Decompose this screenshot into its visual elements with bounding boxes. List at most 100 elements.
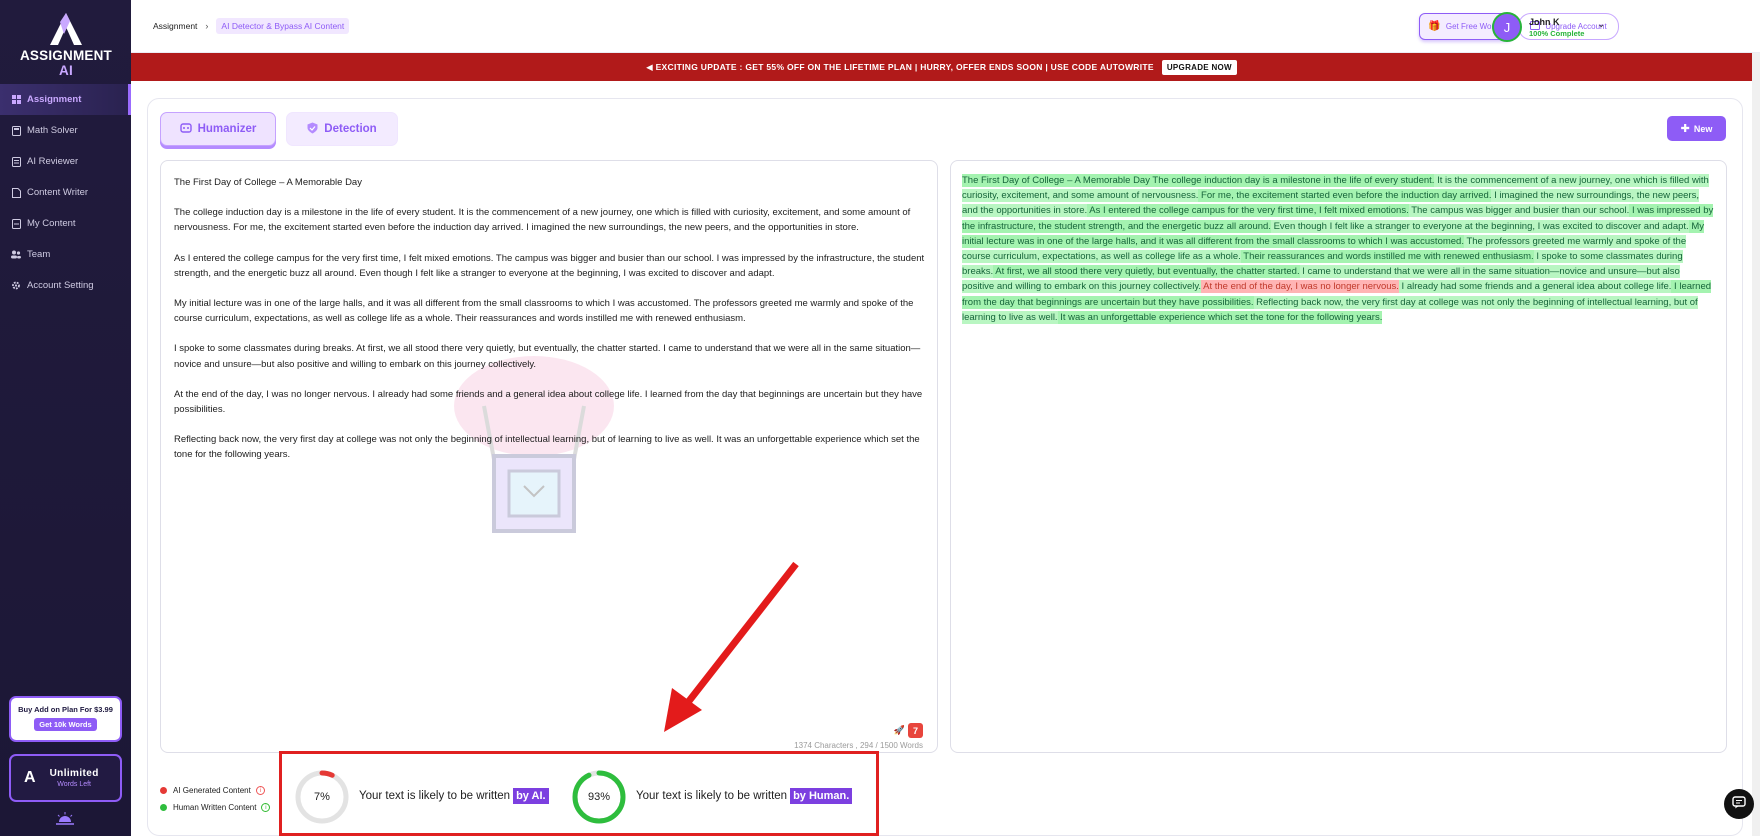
new-button-label: New: [1693, 123, 1713, 134]
addon-promo: Buy Add on Plan For $3.99 Get 10k Words: [9, 696, 122, 742]
human-sentence: Even though I felt like a stranger to ev…: [1270, 219, 1689, 233]
word-balance-card: A Unlimited Words Left: [9, 754, 122, 802]
legend-ai: AI Generated Content i: [160, 782, 270, 799]
human-sentence: As I entered the college campus for the …: [1087, 204, 1409, 218]
sidebar-item-label: Account Setting: [27, 280, 94, 291]
chevron-down-icon[interactable]: ⌄: [1597, 19, 1605, 30]
breadcrumb-root[interactable]: Assignment: [153, 21, 197, 31]
breadcrumb: Assignment › AI Detector & Bypass AI Con…: [153, 18, 350, 34]
sidebar-item-label: Math Solver: [27, 125, 78, 136]
human-result-text: Your text is likely to be written by Hum…: [636, 788, 853, 804]
sidebar-item-assignment[interactable]: Assignment: [0, 84, 131, 115]
sidebar-item-content-writer[interactable]: Content Writer: [0, 177, 131, 208]
ai-sentence: At the end of the day, I was no longer n…: [1201, 280, 1399, 294]
human-sentence: Their reassurances and words instilled m…: [1240, 250, 1534, 264]
ai-score-gauge: 7%: [294, 769, 350, 825]
human-sentence: I already had some friends and a general…: [1398, 280, 1672, 294]
brand-name: ASSIGNMENT AI: [19, 48, 112, 78]
human-dot-icon: [160, 804, 167, 811]
sidebar: ASSIGNMENT AI Assignment Math Solver AI …: [0, 0, 131, 836]
brand-logo[interactable]: ASSIGNMENT AI: [14, 12, 118, 78]
human-sentence: The campus was bigger and busier than ou…: [1408, 204, 1630, 218]
sidebar-item-label: Team: [27, 249, 51, 260]
avatar[interactable]: J: [1492, 12, 1522, 42]
addon-promo-title: Buy Add on Plan For $3.99: [18, 705, 113, 714]
ai-dot-icon: [160, 787, 167, 794]
sidebar-item-label: Content Writer: [27, 187, 89, 198]
essay-title: The First Day of College – A Memorable D…: [174, 177, 362, 188]
human-sentence: For me, the excitement started even befo…: [1198, 189, 1492, 203]
humanized-output[interactable]: The First Day of College – A Memorable D…: [962, 173, 1714, 325]
promo-banner-text: ◀ EXCITING UPDATE : GET 55% OFF ON THE L…: [646, 61, 1154, 72]
robot-icon: [179, 122, 192, 136]
gift-icon: 🎁: [1428, 21, 1441, 32]
new-button[interactable]: ✚ New: [1667, 116, 1726, 141]
theme-toggle-icon[interactable]: [55, 812, 75, 826]
breadcrumb-current: AI Detector & Bypass AI Content: [216, 18, 350, 34]
editor-tools: 🚀 7: [894, 723, 923, 738]
human-sentence: At first, we all stood there very quietl…: [993, 265, 1300, 279]
human-result-pill: by Human.: [790, 788, 853, 804]
tab-humanizer-label: Humanizer: [197, 123, 257, 135]
chat-icon: [1732, 796, 1746, 812]
essay-paragraph: As I entered the college campus for the …: [174, 252, 925, 279]
grid-icon: [11, 95, 21, 105]
logo-mark-icon: [50, 13, 82, 45]
shield-icon: [307, 122, 318, 137]
tab-detection[interactable]: Detection: [286, 112, 398, 146]
legend-ai-label: AI Generated Content: [173, 786, 251, 795]
gear-icon: [11, 281, 21, 291]
page-scrollbar[interactable]: [1752, 53, 1760, 836]
ai-result-text: Your text is likely to be written by AI.: [359, 788, 549, 804]
sidebar-item-ai-reviewer[interactable]: AI Reviewer: [0, 146, 131, 177]
chat-button[interactable]: [1724, 789, 1754, 819]
human-score-value: 93%: [587, 791, 611, 803]
human-sentence: It was an unforgettable experience which…: [1057, 310, 1383, 324]
essay-paragraph: Reflecting back now, the very first day …: [174, 434, 920, 461]
tab-humanizer[interactable]: Humanizer: [160, 112, 276, 146]
essay-paragraph: The college induction day is a milestone…: [174, 207, 911, 234]
sidebar-item-label: Assignment: [27, 94, 82, 105]
content-legend: AI Generated Content i Human Written Con…: [160, 782, 271, 816]
rocket-icon[interactable]: 🚀: [894, 725, 905, 736]
document-icon: [11, 156, 21, 167]
sidebar-nav: Assignment Math Solver AI Reviewer Conte…: [0, 84, 131, 301]
info-icon[interactable]: i: [261, 803, 271, 812]
ai-result-sentence: Your text is likely to be written: [359, 790, 511, 802]
human-result-sentence: Your text is likely to be written: [636, 790, 788, 802]
ai-result-pill: by AI.: [513, 788, 549, 804]
get-words-button[interactable]: Get 10k Words: [34, 718, 97, 731]
chevron-right-icon: ›: [205, 21, 209, 31]
grammar-plugin-icon[interactable]: 7: [908, 723, 923, 738]
file-icon: [11, 187, 21, 198]
sidebar-item-account-setting[interactable]: Account Setting: [0, 270, 131, 301]
human-sentence: The First Day of College – A Memorable D…: [962, 174, 1435, 187]
sidebar-item-label: My Content: [27, 218, 76, 229]
word-balance-subtitle: Words Left: [57, 781, 91, 788]
human-score-gauge: 93%: [571, 769, 627, 825]
tab-detection-label: Detection: [324, 123, 377, 135]
essay-paragraph: At the end of the day, I was no longer n…: [174, 388, 923, 416]
calculator-icon: [11, 125, 21, 136]
essay-paragraph: My initial lecture was in one of the lar…: [174, 298, 914, 325]
team-icon: [11, 250, 21, 260]
ai-score-value: 7%: [314, 791, 330, 803]
brand-a-icon: A: [24, 769, 36, 786]
sidebar-item-label: AI Reviewer: [27, 156, 79, 167]
legend-human: Human Written Content i: [160, 799, 271, 816]
plus-icon: ✚: [1680, 123, 1690, 135]
upgrade-now-button[interactable]: UPGRADE NOW: [1161, 59, 1237, 75]
promo-banner: ◀ EXCITING UPDATE : GET 55% OFF ON THE L…: [131, 53, 1752, 81]
input-editor[interactable]: The First Day of College – A Memorable D…: [174, 175, 926, 478]
sidebar-item-team[interactable]: Team: [0, 239, 131, 270]
info-icon[interactable]: i: [255, 786, 265, 795]
essay-paragraph: I spoke to some classmates during breaks…: [174, 343, 921, 370]
word-balance-title: Unlimited: [49, 768, 99, 779]
sidebar-item-math-solver[interactable]: Math Solver: [0, 115, 131, 146]
output-panel: The First Day of College – A Memorable D…: [950, 160, 1727, 753]
legend-human-label: Human Written Content: [173, 803, 257, 812]
folder-icon: [11, 218, 21, 229]
sidebar-item-my-content[interactable]: My Content: [0, 208, 131, 239]
profile-status: 100% Complete: [1529, 29, 1585, 38]
user-name[interactable]: John K: [1529, 17, 1560, 27]
